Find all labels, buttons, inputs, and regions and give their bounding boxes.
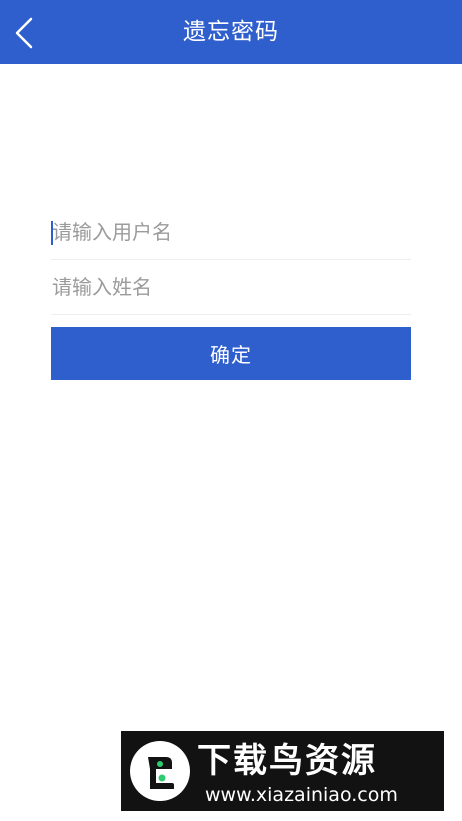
confirm-button[interactable]: 确定 (51, 327, 411, 380)
watermark-url: www.xiazainiao.com (205, 784, 398, 806)
username-input[interactable] (51, 205, 411, 259)
name-input[interactable] (51, 260, 411, 314)
watermark-title: 下载鸟资源 (197, 741, 377, 781)
app-bar: 遗忘密码 (0, 0, 462, 64)
page-title: 遗忘密码 (183, 19, 279, 45)
username-field (51, 205, 411, 260)
bird-logo-icon (130, 741, 190, 801)
name-field (51, 260, 411, 315)
forgot-password-form (51, 205, 411, 315)
text-caret (51, 221, 53, 245)
watermark-banner: 下载鸟资源 www.xiazainiao.com (121, 731, 444, 811)
